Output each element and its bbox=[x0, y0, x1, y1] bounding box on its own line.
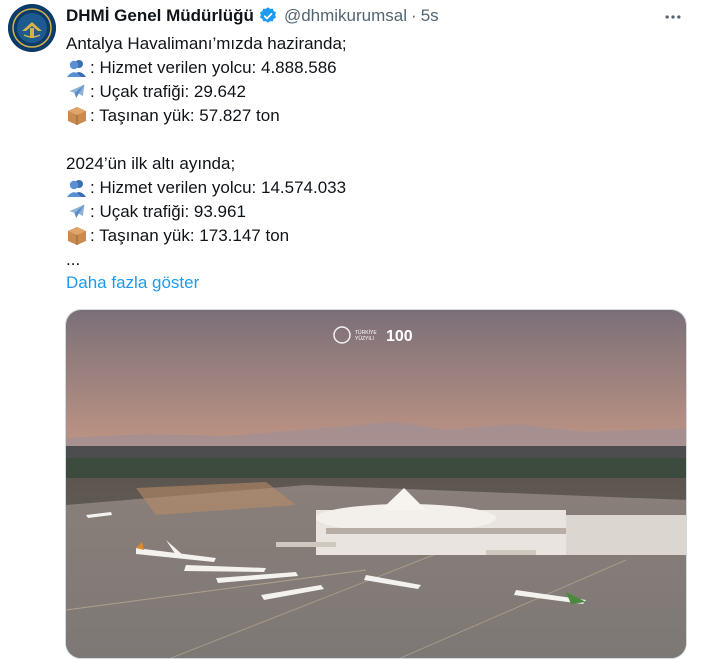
author-name[interactable]: DHMİ Genel Müdürlüğü bbox=[66, 5, 254, 27]
separator-dot: · bbox=[411, 6, 417, 25]
watermark-left-text: TÜRKİYE bbox=[355, 329, 377, 336]
text-line: : Hizmet verilen yolcu: 4.888.586 bbox=[66, 56, 686, 80]
more-options-icon[interactable] bbox=[657, 2, 689, 32]
text-line: 2024’ün ilk altı ayında; bbox=[66, 152, 686, 176]
passenger-line: : Hizmet verilen yolcu: 4.888.586 bbox=[90, 58, 337, 77]
text-line: : Hizmet verilen yolcu: 14.574.033 bbox=[66, 176, 686, 200]
tweet-header: DHMİ Genel Müdürlüğü @dhmikurumsal · 5s bbox=[66, 5, 691, 27]
text-line: Antalya Havalimanı’mızda haziranda; bbox=[66, 32, 686, 56]
text-line: : Taşınan yük: 57.827 ton bbox=[66, 104, 686, 128]
author-handle[interactable]: @dhmikurumsal bbox=[284, 5, 407, 27]
passenger-line: : Hizmet verilen yolcu: 14.574.033 bbox=[90, 178, 347, 197]
avatar[interactable] bbox=[8, 4, 56, 52]
tweet-text: Antalya Havalimanı’mızda haziranda; : Hi… bbox=[66, 32, 686, 272]
svg-text:YÜZYILI: YÜZYILI bbox=[355, 335, 374, 342]
watermark-right-text: 100 bbox=[386, 328, 413, 345]
traffic-line: : Uçak trafiği: 93.961 bbox=[90, 202, 246, 221]
text-line: : Taşınan yük: 173.147 ton bbox=[66, 224, 686, 248]
package-icon bbox=[66, 106, 88, 126]
package-icon bbox=[66, 226, 88, 246]
text-line: ... bbox=[66, 248, 686, 272]
cargo-line: : Taşınan yük: 57.827 ton bbox=[90, 106, 280, 125]
tweet-timestamp[interactable]: 5s bbox=[421, 5, 439, 27]
cargo-line: : Taşınan yük: 173.147 ton bbox=[90, 226, 290, 245]
show-more-link[interactable]: Daha fazla göster bbox=[66, 271, 199, 295]
dhmi-logo-icon bbox=[8, 4, 56, 52]
text-line: : Uçak trafiği: 93.961 bbox=[66, 200, 686, 224]
verified-badge-icon bbox=[258, 6, 278, 26]
ellipsis: ... bbox=[66, 250, 81, 269]
text-line: : Uçak trafiği: 29.642 bbox=[66, 80, 686, 104]
intro-line-2: 2024’ün ilk altı ayında; bbox=[66, 154, 236, 173]
people-icon bbox=[66, 58, 88, 78]
airport-aerial-photo-icon: TÜRKİYE YÜZYILI 100 bbox=[66, 310, 686, 658]
airplane-icon bbox=[66, 82, 88, 102]
intro-line-1: Antalya Havalimanı’mızda haziranda; bbox=[66, 34, 347, 53]
people-icon bbox=[66, 178, 88, 198]
airplane-icon bbox=[66, 202, 88, 222]
traffic-line: : Uçak trafiği: 29.642 bbox=[90, 82, 246, 101]
tweet-photo[interactable]: TÜRKİYE YÜZYILI 100 bbox=[65, 309, 687, 659]
